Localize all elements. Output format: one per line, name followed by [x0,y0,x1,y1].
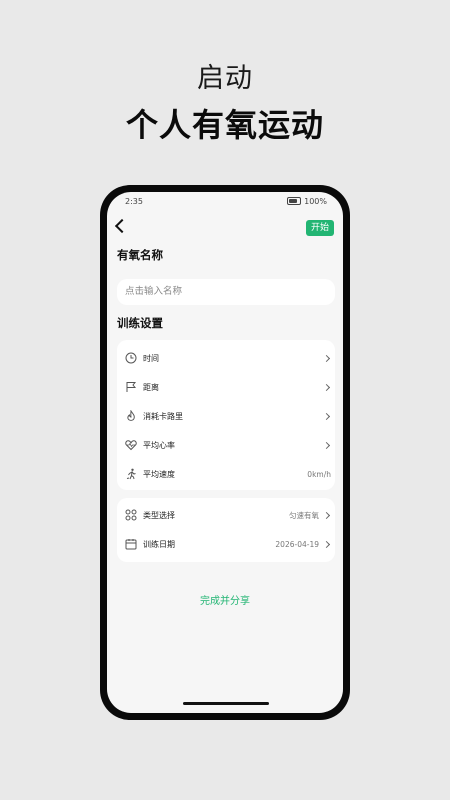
setting-row-calories[interactable]: 消耗卡路里 [117,402,335,431]
setting-label: 时间 [143,354,159,363]
type-value: 匀速有氧 [289,511,319,520]
battery-level: 100% [304,196,327,206]
status-bar: 2:35 100% [125,194,327,208]
flame-icon [125,410,137,422]
nav-bar: 开始 [107,216,343,238]
training-settings-card: 时间 距离 消耗卡路里 平均心率 平均速度 0km/h [117,340,335,490]
chevron-right-icon [322,511,331,520]
type-date-card: 类型选择 匀速有氧 训练日期 2026-04-19 [117,498,335,562]
hero-subtitle: 启动 [197,63,253,94]
setting-label: 训练日期 [143,540,175,549]
name-section-title: 有氧名称 [117,248,163,262]
running-icon [125,468,137,480]
start-button[interactable]: 开始 [305,220,334,236]
grid-icon [125,509,137,521]
heart-rate-icon [125,439,137,451]
chevron-right-icon [322,354,331,363]
clock-icon [125,352,137,364]
setting-row-distance[interactable]: 距离 [117,373,335,402]
battery-icon [287,197,302,205]
status-time: 2:35 [125,196,143,206]
training-section-title: 训练设置 [117,316,163,330]
home-indicator [183,702,269,705]
calendar-icon [125,538,137,550]
setting-row-time[interactable]: 时间 [117,344,335,373]
flag-icon [125,381,137,393]
setting-row-avg-speed[interactable]: 平均速度 0km/h [117,460,335,489]
app-screen: 2:35 100% 开始 有氧名称 点击输入名称 训练设置 时间 距离 消耗卡路… [107,192,343,713]
back-icon[interactable] [114,218,130,234]
chevron-right-icon [322,441,331,450]
setting-label: 消耗卡路里 [143,412,183,421]
setting-label: 距离 [143,383,159,392]
setting-label: 类型选择 [143,511,175,520]
finish-share-button[interactable]: 完成并分享 [107,592,343,607]
setting-row-date[interactable]: 训练日期 2026-04-19 [117,530,335,559]
setting-label: 平均心率 [143,441,175,450]
name-input[interactable]: 点击输入名称 [117,279,335,305]
chevron-right-icon [322,540,331,549]
setting-row-type[interactable]: 类型选择 匀速有氧 [117,501,335,530]
phone-frame: 2:35 100% 开始 有氧名称 点击输入名称 训练设置 时间 距离 消耗卡路… [100,185,350,720]
chevron-right-icon [322,412,331,421]
setting-value: 0km/h [307,470,331,479]
date-value: 2026-04-19 [275,540,319,549]
setting-label: 平均速度 [143,470,175,479]
setting-row-heart-rate[interactable]: 平均心率 [117,431,335,460]
hero-title: 个人有氧运动 [125,106,324,144]
chevron-right-icon [322,383,331,392]
battery-indicator: 100% [287,197,327,206]
